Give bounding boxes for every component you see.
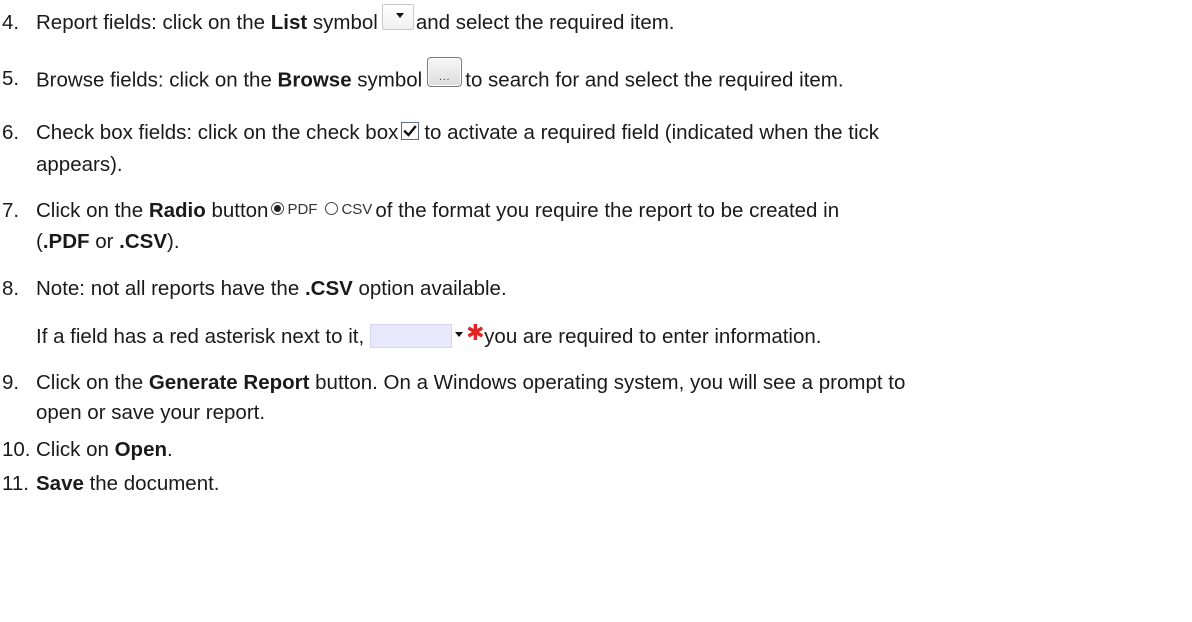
step-7-mid: button — [205, 199, 269, 222]
step-5-text: Browse fields: click on the Browse symbo… — [36, 57, 844, 96]
step-7-pre: Click on the — [36, 199, 149, 222]
step-11-bold: Save — [36, 472, 84, 495]
ellipsis-icon: ... — [439, 72, 451, 83]
step-9-cont: open or save your report. — [36, 401, 266, 424]
step-11-post: the document. — [83, 472, 220, 495]
step-5-mid: symbol — [351, 68, 423, 92]
step-4-post: and select the required item. — [415, 11, 675, 34]
step-8-line2-post: you are required to enter information. — [484, 325, 822, 348]
radio-unselected-icon — [325, 202, 339, 216]
radio-pdf-label: PDF — [287, 200, 318, 218]
step-10-post: . — [167, 438, 173, 461]
step-7-text: Click on the Radio button PDF CSV of the fo… — [36, 198, 839, 225]
step-6-pre: Check box fields: click on the check box — [36, 121, 399, 144]
step-8-bold: .CSV — [304, 277, 353, 300]
step-8-line2-pre: If a field has a red asterisk next to it… — [36, 325, 365, 348]
step-4-text: Report fields: click on the List symbol a… — [36, 3, 675, 37]
step-7-cont: (.PDF or .CSV). — [36, 229, 180, 255]
step-7-post: of the format you require the report to … — [375, 199, 840, 222]
chevron-down-icon — [395, 12, 404, 18]
step-7-cont-csv: .CSV — [119, 230, 168, 253]
browse-button-icon: ... — [427, 57, 463, 87]
radio-csv-label: CSV — [341, 200, 373, 218]
step-7-number: 7. — [2, 199, 20, 222]
step-7-cont-open: ( — [36, 230, 43, 253]
step-8-pre: Note: not all reports have the — [36, 277, 305, 300]
step-5-post: to search for and select the required it… — [465, 68, 844, 92]
checkmark-icon — [403, 124, 418, 137]
step-10-pre: Click on — [36, 438, 115, 461]
step-9-number: 9. — [2, 371, 20, 394]
checkbox-checked-icon — [401, 121, 420, 140]
list-dropdown-icon — [381, 3, 414, 30]
step-10-bold: Open — [114, 438, 168, 461]
step-11-text: Save the document. — [36, 471, 220, 497]
step-6-cont: appears). — [36, 153, 123, 176]
required-field-icon: ✱ — [370, 320, 485, 348]
step-9-bold: Generate Report — [148, 371, 310, 394]
step-4-bold: List — [270, 11, 308, 34]
step-11-number: 11. — [2, 472, 29, 495]
step-4-number: 4. — [2, 11, 20, 34]
step-9-pre: Click on the — [36, 371, 149, 394]
step-7-cont-or: or — [89, 230, 120, 253]
red-asterisk-icon: ✱ — [466, 319, 485, 345]
step-4-mid: symbol — [307, 11, 378, 34]
radio-selected-icon — [271, 202, 285, 216]
step-4-pre: Report fields: click on the — [36, 11, 271, 34]
step-5-pre: Browse fields: click on the — [36, 68, 278, 92]
step-9-post: button. On a Windows operating system, y… — [309, 371, 906, 394]
step-6-number: 6. — [2, 121, 20, 144]
required-field-box — [370, 323, 453, 348]
step-10-text: Click on Open. — [36, 437, 173, 463]
step-7-cont-pdf: .PDF — [42, 230, 90, 253]
step-5-bold: Browse — [277, 68, 352, 92]
step-6-text: Check box fields: click on the check box… — [36, 120, 879, 146]
chevron-down-icon — [455, 331, 464, 337]
step-7-bold: Radio — [148, 199, 206, 222]
step-9-text: Click on the Generate Report button. On … — [36, 370, 905, 396]
step-5-number: 5. — [2, 67, 20, 90]
step-8-line-2-text: If a field has a red asterisk next to it… — [36, 320, 822, 350]
step-10-number: 10. — [2, 438, 31, 461]
step-7-cont-close: ). — [167, 230, 180, 253]
step-8-number: 8. — [2, 277, 20, 300]
step-8-post: option available. — [352, 277, 507, 300]
step-8-text: Note: not all reports have the .CSV opti… — [36, 276, 507, 302]
step-6-post: to activate a required field (indicated … — [424, 121, 880, 144]
radio-group-icon: PDF CSV — [271, 197, 372, 223]
